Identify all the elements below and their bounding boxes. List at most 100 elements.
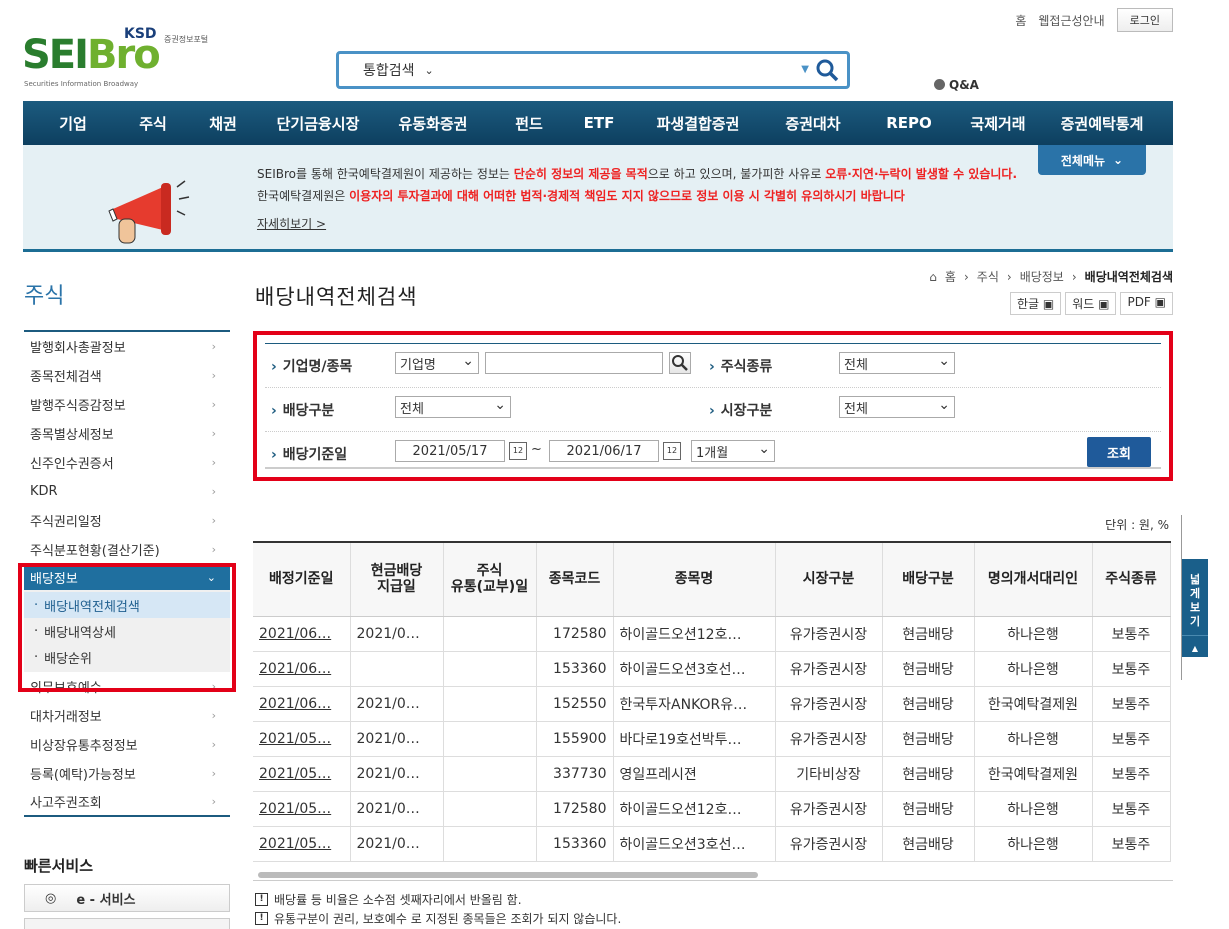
- search-scope-select[interactable]: 통합검색: [363, 60, 415, 80]
- table-cell[interactable]: 2021/05…: [253, 826, 351, 862]
- chevron-right-icon: ›: [211, 427, 216, 440]
- login-button[interactable]: 로그인: [1116, 8, 1173, 32]
- calendar-icon[interactable]: 12: [663, 442, 681, 460]
- record-date-link[interactable]: 2021/05…: [259, 836, 331, 852]
- table-cell[interactable]: 2021/05…: [253, 721, 351, 757]
- company-type-select[interactable]: 기업명: [395, 352, 479, 374]
- gnb-fund[interactable]: 펀드: [493, 113, 565, 134]
- table-row[interactable]: 2021/06… 2021/0… 152550 한국투자ANKOR유… 유가증권시장 현금…: [253, 686, 1171, 722]
- table-row[interactable]: 2021/05… 2021/0… 172580 하이골드오션12호… 유가증권시장 현금배…: [253, 791, 1171, 827]
- record-date-link[interactable]: 2021/06…: [259, 626, 331, 642]
- lnb-item[interactable]: 발행회사총괄정보 ›: [24, 332, 230, 361]
- export-pdf-button[interactable]: PDF ▣: [1120, 292, 1173, 315]
- accessibility-link[interactable]: 웹접근성안내: [1038, 12, 1104, 29]
- table-header-cell: 주식종류: [1092, 541, 1171, 617]
- gnb-repo[interactable]: REPO: [863, 114, 955, 132]
- record-date-link[interactable]: 2021/05…: [259, 766, 331, 782]
- chevron-right-icon: ›: [211, 456, 216, 469]
- table-header-cell: 주식 유통(교부)일: [443, 541, 537, 617]
- table-cell[interactable]: 2021/06…: [253, 616, 351, 652]
- table-cell: 현금배당: [882, 651, 975, 687]
- table-row[interactable]: 2021/05… 2021/0… 155900 바다로19호선박투… 유가증권시장 현금배…: [253, 721, 1171, 757]
- lnb-item[interactable]: 대차거래정보 ›: [24, 701, 230, 730]
- note-item: ! 배당률 등 비율은 소수점 셋째자리에서 반올림 함.: [255, 890, 621, 909]
- notice-banner: SEIBro를 통해 한국예탁결제원이 제공하는 정보는 단순히 정보의 제공을…: [23, 145, 1173, 252]
- seibro-logo[interactable]: SEIBro KSD 증권정보포털 Securities Information…: [22, 22, 222, 92]
- table-cell: 현금배당: [882, 686, 975, 722]
- lnb-item[interactable]: 종목전체검색 ›: [24, 361, 230, 390]
- table-cell[interactable]: 2021/06…: [253, 651, 351, 687]
- dropdown-arrow-icon[interactable]: ▼: [801, 64, 809, 75]
- table-cell: [443, 616, 537, 652]
- lnb-item[interactable]: 발행주식증감정보 ›: [24, 390, 230, 419]
- lnb-item[interactable]: 주식권리일정 ›: [24, 506, 230, 535]
- table-cell: 하이골드오션3호선…: [613, 826, 776, 862]
- table-cell: 유가증권시장: [775, 651, 883, 687]
- gnb-abs[interactable]: 유동화증권: [373, 113, 493, 134]
- gnb-short-term[interactable]: 단기금융시장: [263, 113, 373, 134]
- table-cell: [443, 791, 537, 827]
- search-icon[interactable]: [815, 58, 839, 82]
- company-search-button[interactable]: [669, 352, 691, 374]
- table-header-cell: 배당구분: [882, 541, 975, 617]
- date-from-input[interactable]: 2021/05/17: [395, 440, 505, 462]
- record-date-link[interactable]: 2021/05…: [259, 801, 331, 817]
- home-icon[interactable]: ⌂: [929, 270, 937, 284]
- notes: ! 배당률 등 비율은 소수점 셋째자리에서 반올림 함. ! 유통구분이 권리, …: [255, 890, 621, 928]
- lnb-item[interactable]: 비상장유통추정정보 ›: [24, 730, 230, 759]
- export-hwp-button[interactable]: 한글 ▣: [1009, 292, 1062, 315]
- table-cell: [443, 826, 537, 862]
- gnb-company[interactable]: 기업: [23, 113, 123, 134]
- quick-service-button[interactable]: [24, 918, 230, 929]
- table-row[interactable]: 2021/05… 2021/0… 337730 영일프레시젼 기타비상장 현금배당 한국예탁…: [253, 756, 1171, 792]
- horizontal-scrollbar[interactable]: [258, 872, 758, 878]
- record-date-link[interactable]: 2021/05…: [259, 731, 331, 747]
- gnb-intl[interactable]: 국제거래: [955, 113, 1041, 134]
- gnb-stock[interactable]: 주식: [123, 113, 183, 134]
- e-service-button[interactable]: ◎ e - 서비스: [24, 884, 230, 912]
- lnb-item[interactable]: 사고주권조회 ›: [24, 788, 230, 817]
- table-row[interactable]: 2021/06… 153360 하이골드오션3호선… 유가증권시장 현금배당 하나은행 보통…: [253, 651, 1171, 687]
- period-select[interactable]: 1개월: [691, 440, 775, 462]
- table-cell: 172580: [536, 616, 614, 652]
- gnb-bond[interactable]: 채권: [183, 113, 263, 134]
- home-link[interactable]: 홈: [1015, 12, 1026, 29]
- date-to-input[interactable]: 2021/06/17: [549, 440, 659, 462]
- company-input[interactable]: [485, 352, 663, 374]
- lnb-item[interactable]: 종목별상세정보 ›: [24, 419, 230, 448]
- table-cell[interactable]: 2021/06…: [253, 686, 351, 722]
- integrated-search[interactable]: 통합검색 ⌄ ▼: [336, 51, 850, 89]
- gnb-stats[interactable]: 증권예탁통계: [1041, 113, 1163, 134]
- gnb-lending[interactable]: 증권대차: [763, 113, 863, 134]
- table-row[interactable]: 2021/06… 2021/0… 172580 하이골드오션12호… 유가증권시장 현금배…: [253, 616, 1171, 652]
- export-word-button[interactable]: 워드 ▣: [1065, 292, 1117, 315]
- dividend-type-select[interactable]: 전체: [395, 396, 511, 418]
- lnb-item[interactable]: KDR ›: [24, 477, 230, 506]
- table-cell[interactable]: 2021/05…: [253, 756, 351, 792]
- table-cell: 하나은행: [974, 616, 1093, 652]
- market-select[interactable]: 전체: [839, 396, 955, 418]
- calendar-icon[interactable]: 12: [509, 442, 527, 460]
- record-date-link[interactable]: 2021/06…: [259, 696, 331, 712]
- more-details-link[interactable]: 자세히보기 >: [257, 215, 326, 232]
- info-icon: !: [255, 912, 268, 925]
- table-cell: 하이골드오션12호…: [613, 616, 776, 652]
- wide-view-button[interactable]: 넓게보기 ▲ TOP: [1182, 559, 1208, 667]
- stock-kind-select[interactable]: 전체: [839, 352, 955, 374]
- table-row[interactable]: 2021/05… 2021/0… 153360 하이골드오션3호선… 유가증권시장 현금배…: [253, 826, 1171, 862]
- table-cell: 보통주: [1092, 721, 1171, 757]
- lnb-item[interactable]: 신주인수권증서 ›: [24, 448, 230, 477]
- gnb-etf[interactable]: ETF: [565, 114, 633, 132]
- lnb-item[interactable]: 주식분포현황(결산기준) ›: [24, 535, 230, 564]
- qa-link[interactable]: Q&A: [934, 78, 979, 92]
- gnb-dls[interactable]: 파생결합증권: [633, 113, 763, 134]
- top-button[interactable]: ▲ TOP: [1182, 635, 1208, 667]
- table-header-cell: 시장구분: [775, 541, 883, 617]
- table-cell[interactable]: 2021/05…: [253, 791, 351, 827]
- market-label: 시장구분: [709, 400, 773, 420]
- record-date-link[interactable]: 2021/06…: [259, 661, 331, 677]
- search-submit-button[interactable]: 조회: [1087, 437, 1151, 467]
- all-menu-button[interactable]: 전체메뉴 ⌄: [1038, 145, 1146, 175]
- lnb-item[interactable]: 등록(예탁)가능정보 ›: [24, 759, 230, 788]
- utility-bar: 홈 웹접근성안내 로그인: [1015, 8, 1173, 32]
